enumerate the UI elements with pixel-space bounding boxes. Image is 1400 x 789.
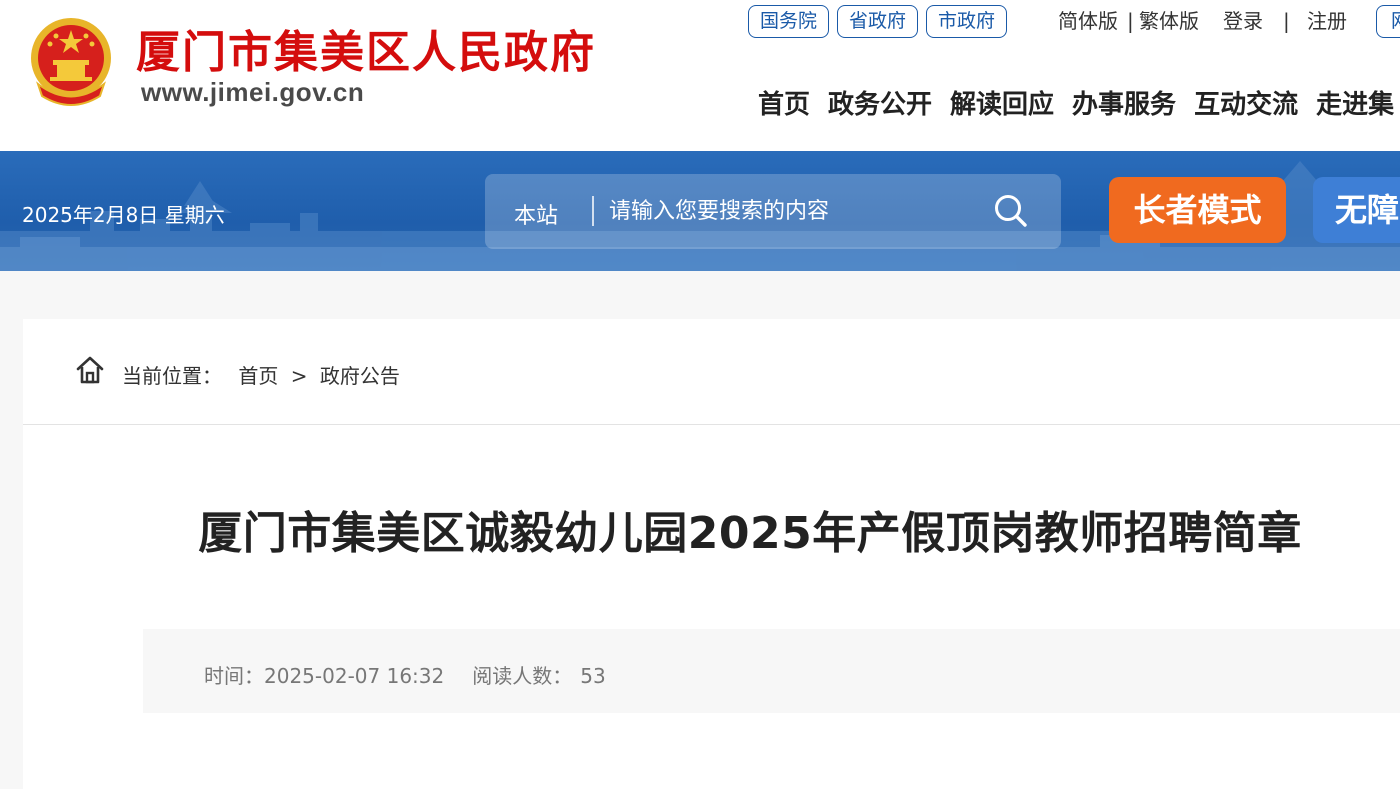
breadcrumb-trail: 当前位置： 首页 > 政府公告 xyxy=(122,360,400,389)
elder-mode-button[interactable]: 长者模式 xyxy=(1109,177,1286,243)
time-label: 时间： xyxy=(204,664,264,688)
search-input[interactable] xyxy=(609,190,969,232)
breadcrumb-separator: > xyxy=(290,364,308,388)
search-icon[interactable] xyxy=(993,193,1029,229)
nav-interaction[interactable]: 互动交流 xyxy=(1194,84,1298,121)
link-city-gov[interactable]: 市政府 xyxy=(926,5,1008,38)
breadcrumb-home[interactable]: 首页 xyxy=(238,364,278,388)
traditional-link[interactable]: 繁体版 xyxy=(1139,9,1199,33)
breadcrumb-label: 当前位置： xyxy=(122,364,222,388)
search-scope-selector[interactable]: 本站 xyxy=(514,198,558,230)
search-box: 本站 xyxy=(485,174,1061,249)
article-title: 厦门市集美区诚毅幼儿园2025年产假顶岗教师招聘简章 xyxy=(23,497,1400,561)
national-emblem-icon[interactable] xyxy=(26,14,116,110)
site-header: 厦门市集美区人民政府 www.jimei.gov.cn 国务院 省政府 市政府 … xyxy=(0,0,1400,151)
login-link[interactable]: 登录 xyxy=(1223,9,1263,33)
nav-about[interactable]: 走进集 xyxy=(1316,84,1394,121)
breadcrumb-gov-announcements[interactable]: 政府公告 xyxy=(320,364,400,388)
reads-label: 阅读人数： xyxy=(472,664,573,688)
nav-interpretation[interactable]: 解读回应 xyxy=(950,84,1054,121)
link-state-council[interactable]: 国务院 xyxy=(748,5,830,38)
current-date: 2025年2月8日 星期六 xyxy=(22,203,225,227)
register-link[interactable]: 注册 xyxy=(1307,9,1347,33)
accessibility-button[interactable]: 无障 xyxy=(1313,177,1400,243)
nav-home[interactable]: 首页 xyxy=(758,84,810,121)
article-meta-text: 时间：2025-02-07 16:32 阅读人数： 53 xyxy=(204,660,606,689)
gov-links: 国务院 省政府 市政府 xyxy=(748,5,1008,38)
breadcrumb: 当前位置： 首页 > 政府公告 xyxy=(23,319,1400,425)
banner: 2025年2月8日 星期六 本站 长者模式 无障 xyxy=(0,151,1400,271)
nav-services[interactable]: 办事服务 xyxy=(1072,84,1176,121)
site-url[interactable]: www.jimei.gov.cn xyxy=(141,77,364,108)
lang-separator: | xyxy=(1127,9,1134,33)
home-icon xyxy=(76,356,104,384)
nav-gov-affairs[interactable]: 政务公开 xyxy=(828,84,932,121)
site-title[interactable]: 厦门市集美区人民政府 xyxy=(136,16,596,80)
auth-separator: | xyxy=(1283,9,1290,33)
article-meta: 时间：2025-02-07 16:32 阅读人数： 53 xyxy=(143,629,1400,713)
content-card: 当前位置： 首页 > 政府公告 厦门市集美区诚毅幼儿园2025年产假顶岗教师招聘… xyxy=(23,319,1400,789)
main-nav: 首页 政务公开 解读回应 办事服务 互动交流 走进集 xyxy=(758,84,1394,121)
partial-link[interactable]: 网 xyxy=(1376,5,1400,38)
article-title-text: 厦门市集美区诚毅幼儿园2025年产假顶岗教师招聘简章 xyxy=(198,508,1302,559)
publish-time: 2025-02-07 16:32 xyxy=(264,664,445,688)
simplified-link[interactable]: 简体版 xyxy=(1058,9,1118,33)
search-divider xyxy=(592,196,594,226)
link-provincial-gov[interactable]: 省政府 xyxy=(837,5,919,38)
read-count: 53 xyxy=(580,664,606,688)
